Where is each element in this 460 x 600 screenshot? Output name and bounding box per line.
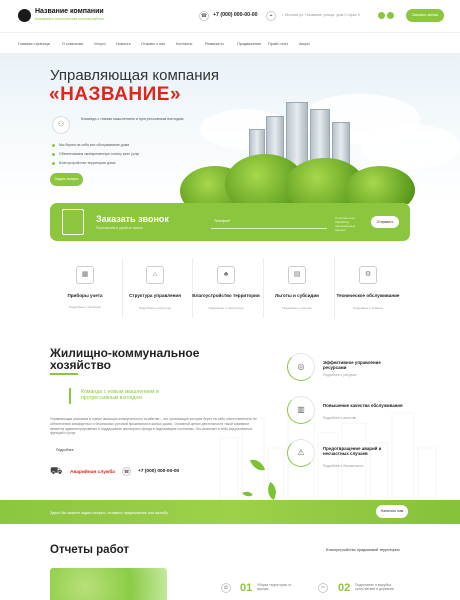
report-photo[interactable] xyxy=(50,568,167,600)
location-pin-icon: ⌖ xyxy=(266,11,276,21)
social-icon[interactable] xyxy=(378,12,385,19)
more-link[interactable]: Подробнее xyxy=(56,448,74,452)
service-subtitle: Подробнее о приборах xyxy=(68,305,102,309)
hero-company-name: «НАЗВАНИЕ» xyxy=(49,84,182,105)
report-label: Уборка территории от мусора xyxy=(257,583,292,591)
feature-title[interactable]: Эффективное управление ресурсами xyxy=(323,360,403,370)
phone-icon: ☎ xyxy=(199,11,209,21)
section-title-line: хозяйство xyxy=(50,358,111,372)
company-tagline: Компания с многолетним опытом работы xyxy=(35,17,104,21)
safety-icon: ⚠ xyxy=(297,448,305,457)
service-subtitle: Подробнее о льготах xyxy=(282,306,312,310)
nav-item[interactable]: Услуги xyxy=(94,42,106,46)
structure-icon[interactable]: ⌂ xyxy=(146,266,164,284)
phone-icon: ☎ xyxy=(122,467,131,476)
nav-item[interactable]: Контакты xyxy=(176,42,192,46)
feature-title[interactable]: Предотвращение аварий и несчастных случа… xyxy=(323,446,403,456)
nav-item[interactable]: Новости xyxy=(116,42,131,46)
company-name[interactable]: Название компании xyxy=(35,8,104,15)
header-address: г. Москва ул. Название улицы, дом 0 офис… xyxy=(282,13,360,17)
maintenance-icon[interactable]: ⚙ xyxy=(359,266,377,284)
quote-bar xyxy=(69,388,71,404)
service-title[interactable]: Благоустройство территории xyxy=(191,293,261,299)
service-title[interactable]: Структура управления xyxy=(120,293,190,299)
section-quote: Команда с новым мышлением и прогрессивны… xyxy=(81,389,159,401)
nav-item[interactable]: Реквизиты xyxy=(205,42,224,46)
callback-subtitle: Перезвоним в удобное время xyxy=(96,226,143,230)
reports-category-link[interactable]: Благоустройство придомовой территории xyxy=(326,548,400,552)
write-us-button[interactable]: Написать нам xyxy=(376,505,408,518)
phone-input[interactable]: Телефон* xyxy=(211,215,327,229)
service-subtitle: Подробнее о структуре xyxy=(138,306,172,310)
social-icon[interactable] xyxy=(387,12,394,19)
nav-item[interactable]: Отзывы о нас xyxy=(141,42,165,46)
report-number: 01 xyxy=(240,582,253,594)
callback-title: Заказать звонок xyxy=(96,214,169,224)
emergency-phone[interactable]: +7 (000) 000-00-00 xyxy=(138,469,179,474)
feature-subtitle: Подробнее о ресурсах xyxy=(323,373,357,377)
header-callback-button[interactable]: Заказать звонок xyxy=(406,9,444,22)
report-number: 02 xyxy=(338,582,351,594)
feature-title[interactable]: Повышение качества обслуживания xyxy=(323,403,403,408)
meter-icon[interactable]: ▦ xyxy=(76,266,94,284)
team-icon: ⚇ xyxy=(52,116,70,134)
report-icon: ✂ xyxy=(318,583,328,593)
emergency-service-label: Аварийная служба xyxy=(70,470,115,475)
service-title[interactable]: Приборы учета xyxy=(50,293,120,299)
nav-item[interactable]: О компании xyxy=(62,42,83,46)
resources-icon: ◎ xyxy=(297,362,305,371)
service-title[interactable]: Льготы и субсидии xyxy=(262,293,332,299)
section-underline xyxy=(50,373,78,375)
feature-subtitle: Подробнее о качестве xyxy=(323,416,357,420)
section-paragraph: Управляющая компания в сфере жилищно-ком… xyxy=(50,417,257,436)
hero-bullet: Обеспечиваем своевременную оплату всех у… xyxy=(52,152,140,156)
benefits-icon[interactable]: ▤ xyxy=(288,266,306,284)
nav-item[interactable]: Акции xyxy=(299,42,310,46)
feature-subtitle: Подробнее о безопасности xyxy=(323,464,364,468)
nav-item[interactable]: Главная страница xyxy=(18,42,50,46)
report-icon: ✿ xyxy=(221,583,231,593)
nav-item[interactable]: Продвижение xyxy=(237,42,261,46)
feedback-text: Здесь Вы можете задать вопрос, оставить … xyxy=(50,511,168,515)
submit-button[interactable]: Отправить xyxy=(371,216,399,228)
service-subtitle: Подробнее о сервисе xyxy=(352,306,384,310)
report-label: Подрезание и вырубка сухих ветвей и дере… xyxy=(355,583,394,591)
section-title: Жилищно-коммунальное хозяйство xyxy=(50,347,199,371)
nav-item[interactable]: Прайс-лист xyxy=(268,42,288,46)
hero-quote: Команда с новым мышлением и прогрессивны… xyxy=(81,117,184,121)
building-icon xyxy=(62,209,84,235)
service-title[interactable]: Техническое обслуживание xyxy=(333,293,403,299)
consent-text[interactable]: Я согласен на обработку персональных дан… xyxy=(335,216,365,232)
truck-icon: ⛟ xyxy=(50,466,63,477)
service-subtitle: Подробнее о территории xyxy=(208,306,244,310)
reports-title: Отчеты работ xyxy=(50,544,130,556)
header-phone[interactable]: +7 (000) 000-00-00 xyxy=(213,12,258,18)
logo-icon[interactable] xyxy=(18,9,31,22)
ask-question-button[interactable]: Задать вопрос xyxy=(50,173,83,186)
hero-bullet: Мы берем на себя все обслуживание дома xyxy=(52,143,129,147)
landscaping-icon[interactable]: ♣ xyxy=(217,266,235,284)
hero-title: Управляющая компания xyxy=(50,67,220,84)
main-nav: Главная страница О компании Услуги Новос… xyxy=(0,32,460,54)
quality-icon: ▥ xyxy=(297,405,305,414)
hero-bullet: Благоустройство территории дома xyxy=(52,161,115,165)
